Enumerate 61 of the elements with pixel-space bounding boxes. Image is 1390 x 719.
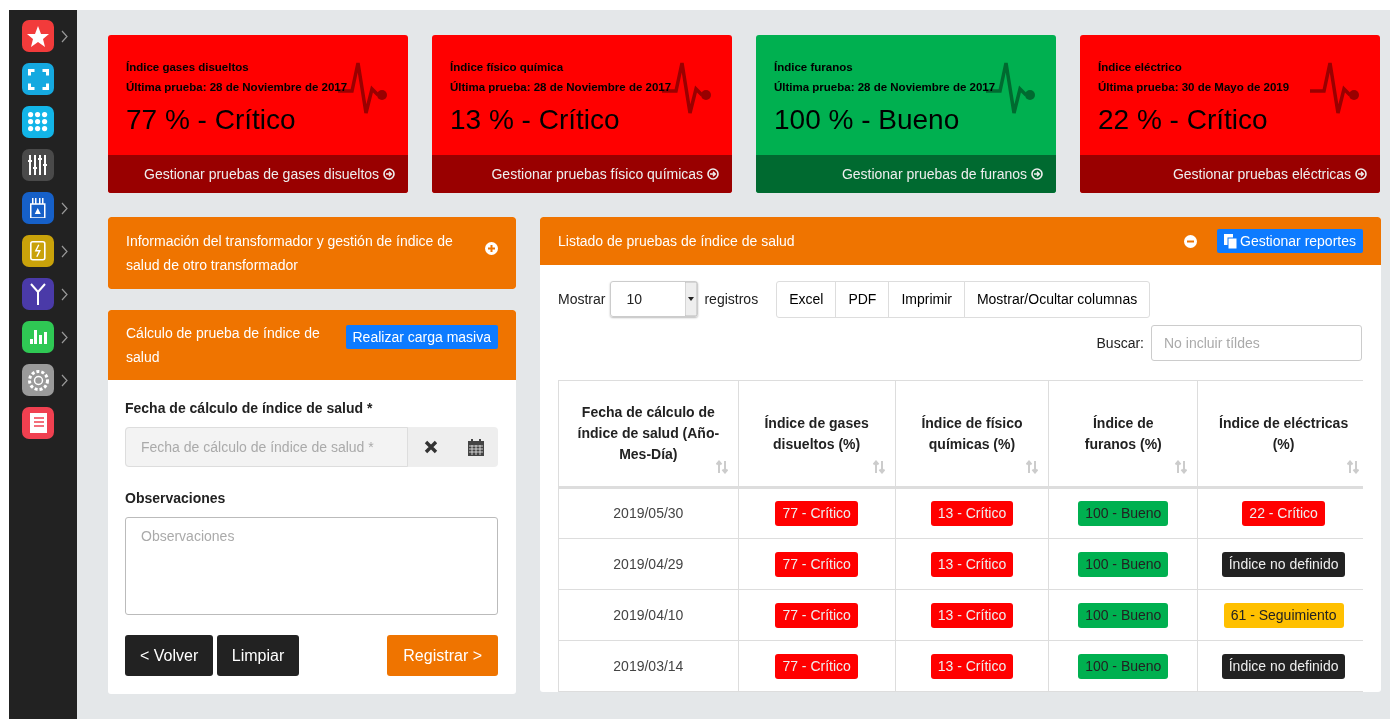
card-title: Índice gases disueltos [126, 60, 250, 75]
column-header[interactable]: Índice de furanos (%) [1048, 380, 1198, 488]
field-label: Fecha de cálculo de índice de salud * [125, 399, 374, 418]
export-button[interactable]: Mostrar/Ocultar columnas [963, 281, 1151, 318]
last-test-date: Última prueba: 28 de Noviembre de 2017 [450, 80, 673, 95]
card-title: Índice eléctrico [1098, 60, 1183, 75]
bulk-upload-button[interactable]: Realizar carga masiva [345, 324, 498, 349]
column-header[interactable]: Índice de gases disueltos (%) [738, 380, 896, 488]
status-tag: 22 - Crítico [1242, 501, 1325, 526]
last-test-date: Última prueba: 28 de Noviembre de 2017 [126, 80, 349, 95]
last-test-date: Última prueba: 30 de Mayo de 2019 [1098, 80, 1291, 95]
status-tag: 13 - Crítico [930, 501, 1014, 526]
status-tag: 100 - Bueno [1078, 501, 1169, 526]
last-test-date: Última prueba: 28 de Noviembre de 2017 [774, 80, 997, 95]
show-label: Mostrar [558, 290, 606, 309]
status-tag: 100 - Bueno [1078, 653, 1169, 679]
column-header[interactable]: Índice de físico químicas (%) [895, 380, 1049, 488]
manage-tests-link[interactable]: Gestionar pruebas de gases disueltos [108, 155, 408, 193]
status-tag: 77 - Crítico [775, 653, 858, 679]
search-label: Buscar: [1096, 333, 1144, 353]
status-tag: 100 - Bueno [1078, 602, 1169, 628]
status-tag: 77 - Crítico [775, 501, 858, 526]
index-value: 13 % - Crítico [450, 103, 621, 137]
field-label: Observaciones [125, 489, 227, 508]
status-tag: 77 - Crítico [775, 602, 858, 628]
index-value: 22 % - Crítico [1098, 103, 1269, 137]
column-header[interactable]: Índice de eléctricas (%) [1197, 380, 1363, 488]
status-tag: 13 - Crítico [930, 551, 1014, 577]
reports-button[interactable]: Gestionar reportes [1216, 229, 1363, 253]
records-label: registros [704, 290, 759, 309]
status-tag: Índice no definido [1221, 653, 1346, 679]
index-value: 77 % - Crítico [126, 103, 297, 137]
card-title: Índice físico química [450, 60, 565, 75]
status-tag: 61 - Seguimiento [1223, 602, 1344, 628]
card-title: Índice furanos [774, 60, 854, 75]
form-button[interactable]: < Volver [125, 635, 214, 676]
table-cell: 2019/03/14 [558, 640, 739, 692]
export-button[interactable]: PDF [835, 281, 890, 318]
panel-title: Información del transformador y gestión de índice de salud de otro transformador [126, 232, 454, 275]
panel-title: Listado de pruebas de índice de salud [558, 232, 796, 251]
manage-tests-link[interactable]: Gestionar pruebas físico químicas [432, 155, 732, 193]
status-tag: 13 - Crítico [930, 602, 1014, 628]
export-button[interactable]: Excel [776, 281, 837, 318]
manage-tests-link[interactable]: Gestionar pruebas de furanos [756, 155, 1056, 193]
table-cell: 2019/05/30 [558, 487, 739, 539]
table-cell: 2019/04/29 [558, 538, 739, 590]
column-header[interactable]: Fecha de cálculo de índice de salud (Año-Mes-Día) [558, 380, 739, 488]
search-field[interactable]: No incluir tíldes [1151, 325, 1362, 361]
form-button[interactable]: Limpiar [216, 635, 300, 676]
page-size-select[interactable]: 10 [610, 281, 699, 317]
table-cell: 2019/04/10 [558, 589, 739, 641]
status-tag: 100 - Bueno [1078, 551, 1169, 577]
export-button[interactable]: Imprimir [888, 281, 965, 318]
status-tag: 13 - Crítico [930, 653, 1014, 679]
status-tag: Índice no definido [1221, 551, 1346, 577]
status-tag: 77 - Crítico [775, 551, 858, 577]
index-value: 100 % - Bueno [774, 103, 961, 137]
date-field[interactable]: Fecha de cálculo de índice de salud * [125, 427, 408, 467]
manage-tests-link[interactable]: Gestionar pruebas eléctricas [1080, 155, 1380, 193]
observations-field[interactable]: Observaciones [125, 517, 498, 615]
panel-title: Cálculo de prueba de índice de salud [126, 324, 321, 367]
